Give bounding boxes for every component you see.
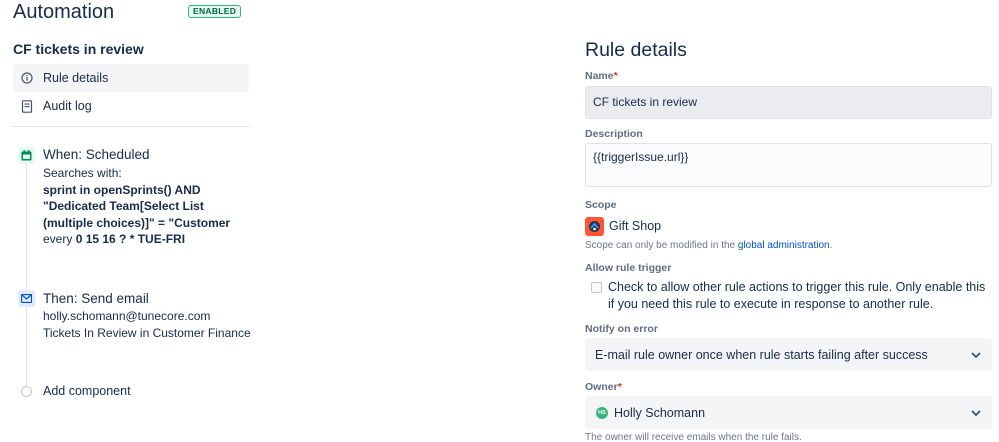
status-badge: ENABLED (188, 5, 242, 18)
nav-rule-details-label: Rule details (43, 71, 109, 85)
rule-sidebar: Automation ENABLED CF tickets in review … (0, 0, 260, 442)
searches-prefix: Searches with: (43, 166, 122, 180)
action-component-title[interactable]: Then: Send email (43, 291, 149, 306)
audit-log-icon (20, 99, 34, 113)
allow-trigger-label: Allow rule trigger (585, 262, 672, 274)
description-label: Description (585, 128, 643, 140)
owner-value: Holly Schomann (614, 405, 706, 420)
add-component-button[interactable]: Add component (43, 384, 131, 398)
email-subject: Tickets In Review in Customer Finance (43, 325, 251, 340)
trigger-component-summary[interactable]: Searches with: sprint in openSprints() A… (43, 165, 253, 248)
action-component-summary[interactable]: holly.schomann@tunecore.com Tickets In R… (43, 308, 253, 341)
scope-value: Gift Shop (609, 219, 662, 233)
jql-query: sprint in openSprints() AND "Dedicated T… (43, 182, 231, 230)
calendar-icon (18, 147, 35, 164)
name-field[interactable]: CF tickets in review (585, 86, 992, 119)
notify-on-error-select[interactable]: E-mail rule owner once when rule starts … (585, 338, 992, 371)
chevron-down-icon (971, 352, 981, 359)
global-administration-link[interactable]: global administration (738, 240, 830, 251)
notify-value: E-mail rule owner once when rule starts … (595, 347, 928, 362)
every-prefix: every (43, 232, 73, 246)
app-title: Automation (13, 1, 115, 23)
owner-note: The owner will receive emails when the r… (585, 432, 802, 442)
rule-details-panel: Rule details Name* CF tickets in review … (585, 0, 993, 442)
sidebar-divider (13, 126, 249, 127)
notify-label: Notify on error (585, 323, 658, 335)
allow-trigger-text[interactable]: Check to allow other rule actions to tri… (608, 279, 993, 313)
owner-label: Owner* (585, 381, 622, 393)
info-icon (20, 71, 34, 85)
description-field[interactable]: {{triggerIssue.url}} (585, 143, 992, 187)
name-label: Name* (585, 70, 618, 82)
rule-details-title: Rule details (585, 39, 687, 61)
nav-rule-details[interactable]: Rule details (13, 64, 249, 92)
nav-audit-log[interactable]: Audit log (13, 92, 249, 120)
rule-name-heading: CF tickets in review (13, 41, 144, 57)
component-timeline (26, 165, 27, 387)
cron-expression: 0 15 16 ? * TUE-FRI (75, 232, 186, 246)
add-component-dot (21, 386, 32, 397)
scope-note: Scope can only be modified in the global… (585, 240, 833, 251)
schedule-line: every 0 15 16 ? * TUE-FRI (43, 231, 253, 248)
envelope-icon (18, 290, 35, 307)
allow-trigger-checkbox[interactable] (591, 282, 602, 293)
nav-audit-log-label: Audit log (43, 99, 92, 113)
trigger-component-title[interactable]: When: Scheduled (43, 147, 150, 162)
project-avatar-icon (585, 217, 604, 236)
email-recipient: holly.schomann@tunecore.com (43, 309, 211, 323)
owner-avatar: HS (596, 406, 608, 419)
chevron-down-icon (971, 410, 981, 417)
scope-label: Scope (585, 199, 617, 211)
owner-select[interactable]: HS Holly Schomann (585, 396, 992, 429)
